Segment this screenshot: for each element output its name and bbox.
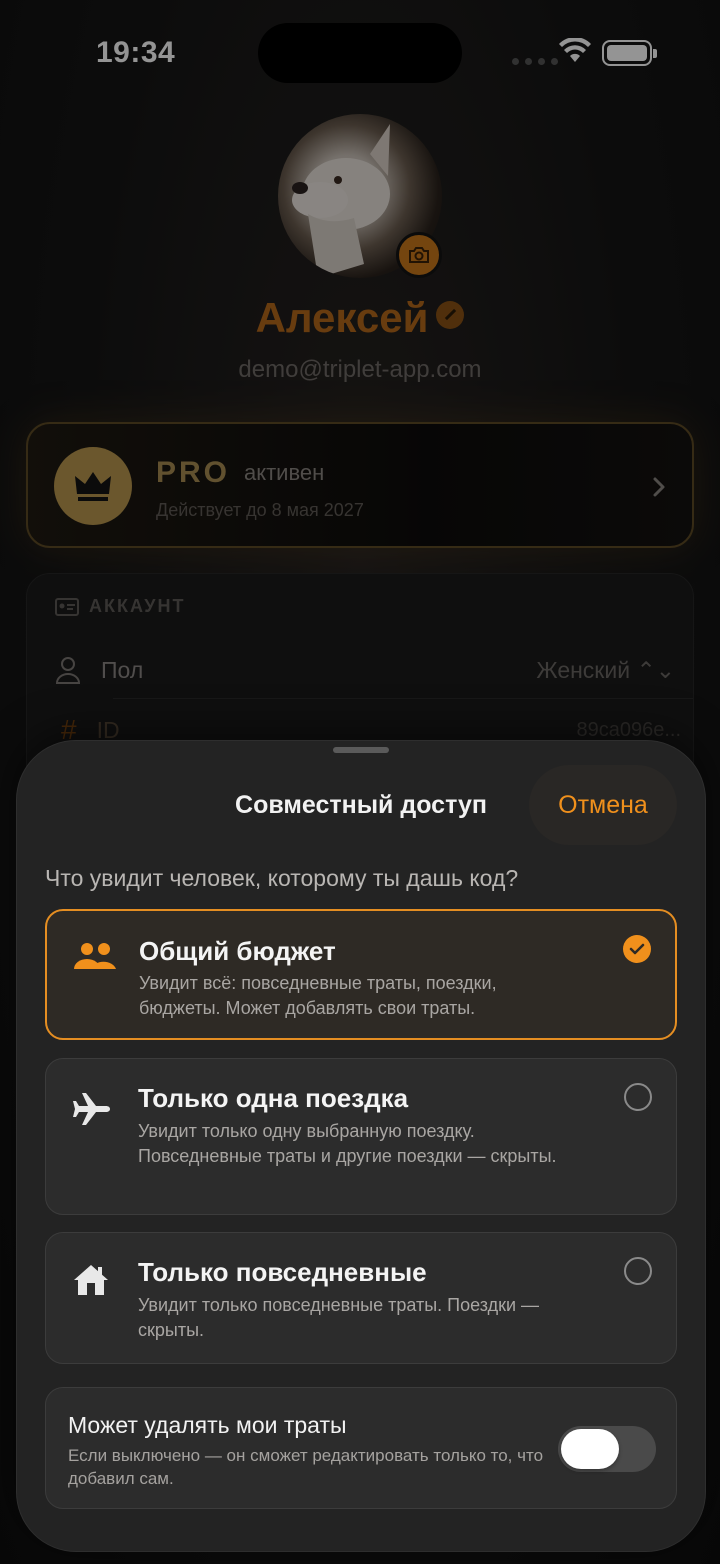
airplane-icon (73, 1093, 110, 1125)
option-title: Общий бюджет (139, 936, 336, 966)
house-icon (74, 1265, 108, 1295)
option-shared-budget[interactable]: Общий бюджет Увидит всё: повседневные тр… (45, 909, 677, 1040)
option-single-trip[interactable]: Только одна поездка Увидит только одну в… (45, 1058, 677, 1215)
radio-checked-icon[interactable] (623, 935, 651, 963)
cancel-button[interactable]: Отмена (529, 765, 677, 845)
option-description: Увидит всё: повседневные траты, поездки,… (139, 973, 497, 1018)
radio-empty-icon[interactable] (624, 1257, 652, 1285)
toggle-title: Может удалять мои траты (68, 1412, 347, 1438)
radio-empty-icon[interactable] (624, 1083, 652, 1111)
share-access-sheet: Совместный доступ Отмена Что увидит чело… (16, 740, 706, 1552)
option-daily-only[interactable]: Только повседневные Увидит только повсед… (45, 1232, 677, 1364)
option-description: Увидит только одну выбранную поездку. По… (138, 1121, 557, 1166)
option-description: Увидит только повседневные траты. Поездк… (138, 1295, 540, 1340)
cancel-button-label: Отмена (558, 790, 648, 819)
sheet-grabber[interactable] (333, 747, 389, 753)
delete-permission-toggle[interactable] (558, 1426, 656, 1472)
toggle-knob (561, 1429, 619, 1469)
people-icon (74, 943, 116, 969)
option-title: Только повседневные (138, 1257, 427, 1287)
delete-permission-card: Может удалять мои траты Если выключено —… (45, 1387, 677, 1509)
toggle-description: Если выключено — он сможет редактировать… (68, 1446, 544, 1488)
option-title: Только одна поездка (138, 1083, 409, 1113)
sheet-question: Что увидит человек, которому ты дашь код… (45, 865, 519, 891)
